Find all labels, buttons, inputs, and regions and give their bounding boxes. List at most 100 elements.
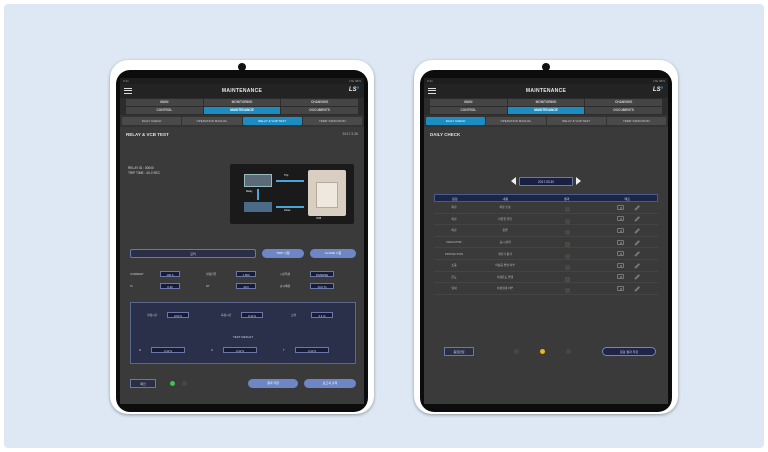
- save-check-button[interactable]: 점검 결과 저장: [602, 347, 656, 356]
- pencil-icon[interactable]: [633, 286, 640, 292]
- close-test-button[interactable]: CLOSE 시험: [310, 249, 356, 258]
- bottom-controls: 확인 결과 저장 보고서 출력: [130, 379, 356, 389]
- nav-changing[interactable]: CHANGING: [585, 99, 662, 106]
- nav-control[interactable]: CONTROL: [430, 107, 507, 114]
- test-value[interactable]: 0.50 S: [167, 312, 189, 318]
- nav-maintenance[interactable]: MAINTENANCE: [203, 107, 281, 114]
- result-led[interactable]: [564, 276, 570, 282]
- background-panel: 9:41 LTE 98% MAINTENANCE LS° MAIN MONITO…: [4, 4, 764, 448]
- param-value[interactable]: 1,500: [236, 271, 256, 277]
- param-label: CURRENT: [130, 272, 144, 276]
- diagram-label-relay: Relay: [246, 190, 253, 193]
- table-row: INDICATOR 표시 상태: [434, 237, 658, 249]
- param-value[interactable]: 10.0 Ts: [310, 283, 334, 289]
- param-label: 설정전류: [206, 272, 217, 276]
- camera-icon[interactable]: [616, 251, 624, 257]
- result-led[interactable]: [564, 253, 570, 259]
- result-led[interactable]: [564, 242, 570, 248]
- param-value[interactable]: 0.20: [160, 283, 180, 289]
- table-row: 소음 이상음 발생 여부: [434, 260, 658, 272]
- phase-label: R: [139, 348, 142, 352]
- col-header-result: 결과: [564, 197, 570, 201]
- pencil-icon[interactable]: [633, 251, 640, 257]
- phase-value[interactable]: 0.42 S: [223, 347, 257, 353]
- row-item: PROTECTION: [444, 251, 464, 256]
- camera-icon[interactable]: [616, 216, 624, 222]
- pencil-icon[interactable]: [633, 262, 640, 269]
- tablet-device-image: [244, 202, 272, 212]
- phase-value[interactable]: 0.42 S: [151, 347, 185, 353]
- app-title: MAINTENANCE: [525, 88, 567, 94]
- page-title: RELAY & VCB TEST: [126, 132, 169, 137]
- tab-operation-manual[interactable]: OPERATION MANUAL: [182, 117, 242, 125]
- save-result-button[interactable]: 결과 저장: [248, 379, 298, 388]
- confirm-button[interactable]: 확인: [130, 379, 156, 388]
- result-led[interactable]: [564, 207, 570, 213]
- tablet-screen: 9:41 LTE 98% MAINTENANCE LS° MAIN MONITO…: [120, 78, 364, 404]
- param-label: 시간특성: [280, 272, 291, 276]
- tab-daily-check[interactable]: DAILY CHECK: [426, 117, 486, 125]
- tab-relay-vcb-test[interactable]: RELAY & VCB TEST: [546, 117, 606, 125]
- tab-temp-indication[interactable]: TEMP. INDICATION: [606, 117, 666, 125]
- camera-icon[interactable]: [616, 262, 624, 268]
- tab-operation-manual[interactable]: OPERATION MANUAL: [486, 117, 546, 125]
- phase-value[interactable]: 0.43 S: [295, 347, 329, 353]
- row-content: 표시 상태: [499, 240, 511, 245]
- nav-main[interactable]: MAIN: [126, 99, 203, 106]
- table-header: 점검 내용 결과 메모: [434, 194, 658, 202]
- ls-logo: LS°: [653, 87, 663, 93]
- row-item: INDICATOR: [446, 240, 462, 245]
- pencil-icon[interactable]: [633, 216, 640, 222]
- camera-icon[interactable]: [616, 227, 624, 233]
- summary-row: 종합판정 점검 결과 저장: [444, 347, 658, 357]
- app-header: MAINTENANCE LS°: [120, 84, 364, 98]
- nav-documents[interactable]: DOCUMENTS: [585, 107, 662, 114]
- summary-led-off: [566, 349, 571, 354]
- logo-text: LS: [348, 87, 357, 93]
- pencil-icon[interactable]: [633, 239, 640, 245]
- prev-date-icon[interactable]: [511, 177, 516, 185]
- camera-icon[interactable]: [616, 204, 624, 210]
- tab-daily-check[interactable]: DAILY CHECK: [122, 117, 182, 125]
- result-led[interactable]: [564, 218, 570, 224]
- camera-icon[interactable]: [616, 274, 624, 280]
- tab-temp-indication[interactable]: TEMP. INDICATION: [302, 117, 362, 125]
- print-report-button[interactable]: 보고서 출력: [304, 379, 356, 388]
- test-result-box: 설정시간 0.50 S 측정시간 0.42 S 오차 3.2 % TEST RE…: [130, 302, 356, 364]
- param-value[interactable]: 100 A: [160, 271, 180, 277]
- logo-mark: °: [660, 87, 663, 93]
- test-result-title: TEST RESULT: [232, 335, 254, 339]
- pencil-icon[interactable]: [633, 204, 640, 211]
- app-header: MAINTENANCE LS°: [424, 84, 668, 98]
- row-memo: [598, 227, 658, 234]
- control-row: 모터 TRIP 시험 CLOSE 시험: [130, 249, 356, 259]
- test-value[interactable]: 3.2 %: [311, 312, 333, 318]
- nav-changing[interactable]: CHANGING: [281, 99, 358, 106]
- nav-monitoring[interactable]: MONITORING: [203, 99, 281, 106]
- camera-icon[interactable]: [616, 239, 624, 245]
- summary-label: 종합판정: [444, 347, 474, 356]
- nav-maintenance[interactable]: MAINTENANCE: [507, 107, 585, 114]
- nav-monitoring[interactable]: MONITORING: [507, 99, 585, 106]
- pencil-icon[interactable]: [633, 228, 640, 234]
- test-value[interactable]: 0.42 S: [241, 312, 263, 318]
- mode-field[interactable]: 모터: [130, 249, 256, 258]
- result-led[interactable]: [564, 288, 570, 294]
- nav-control[interactable]: CONTROL: [126, 107, 203, 114]
- nav-main[interactable]: MAIN: [430, 99, 507, 106]
- param-value[interactable]: INVERSE: [310, 271, 334, 277]
- main-nav: MAIN MONITORING CHANGING CONTROL MAINTEN…: [120, 98, 364, 115]
- date-display[interactable]: 2017.03.30: [519, 176, 573, 186]
- trip-arrow: [276, 180, 304, 182]
- tab-relay-vcb-test[interactable]: RELAY & VCB TEST: [242, 117, 302, 125]
- trip-test-button[interactable]: TRIP 시험: [262, 249, 304, 258]
- result-led[interactable]: [564, 230, 570, 236]
- pencil-icon[interactable]: [633, 274, 640, 280]
- camera-icon[interactable]: [616, 285, 624, 291]
- param-value[interactable]: 40.0: [236, 283, 256, 289]
- next-date-icon[interactable]: [576, 177, 581, 185]
- nav-documents[interactable]: DOCUMENTS: [281, 107, 358, 114]
- result-led[interactable]: [564, 265, 570, 271]
- page-title: DAILY CHECK: [430, 132, 461, 137]
- row-content: 이상온도 발생: [496, 274, 514, 279]
